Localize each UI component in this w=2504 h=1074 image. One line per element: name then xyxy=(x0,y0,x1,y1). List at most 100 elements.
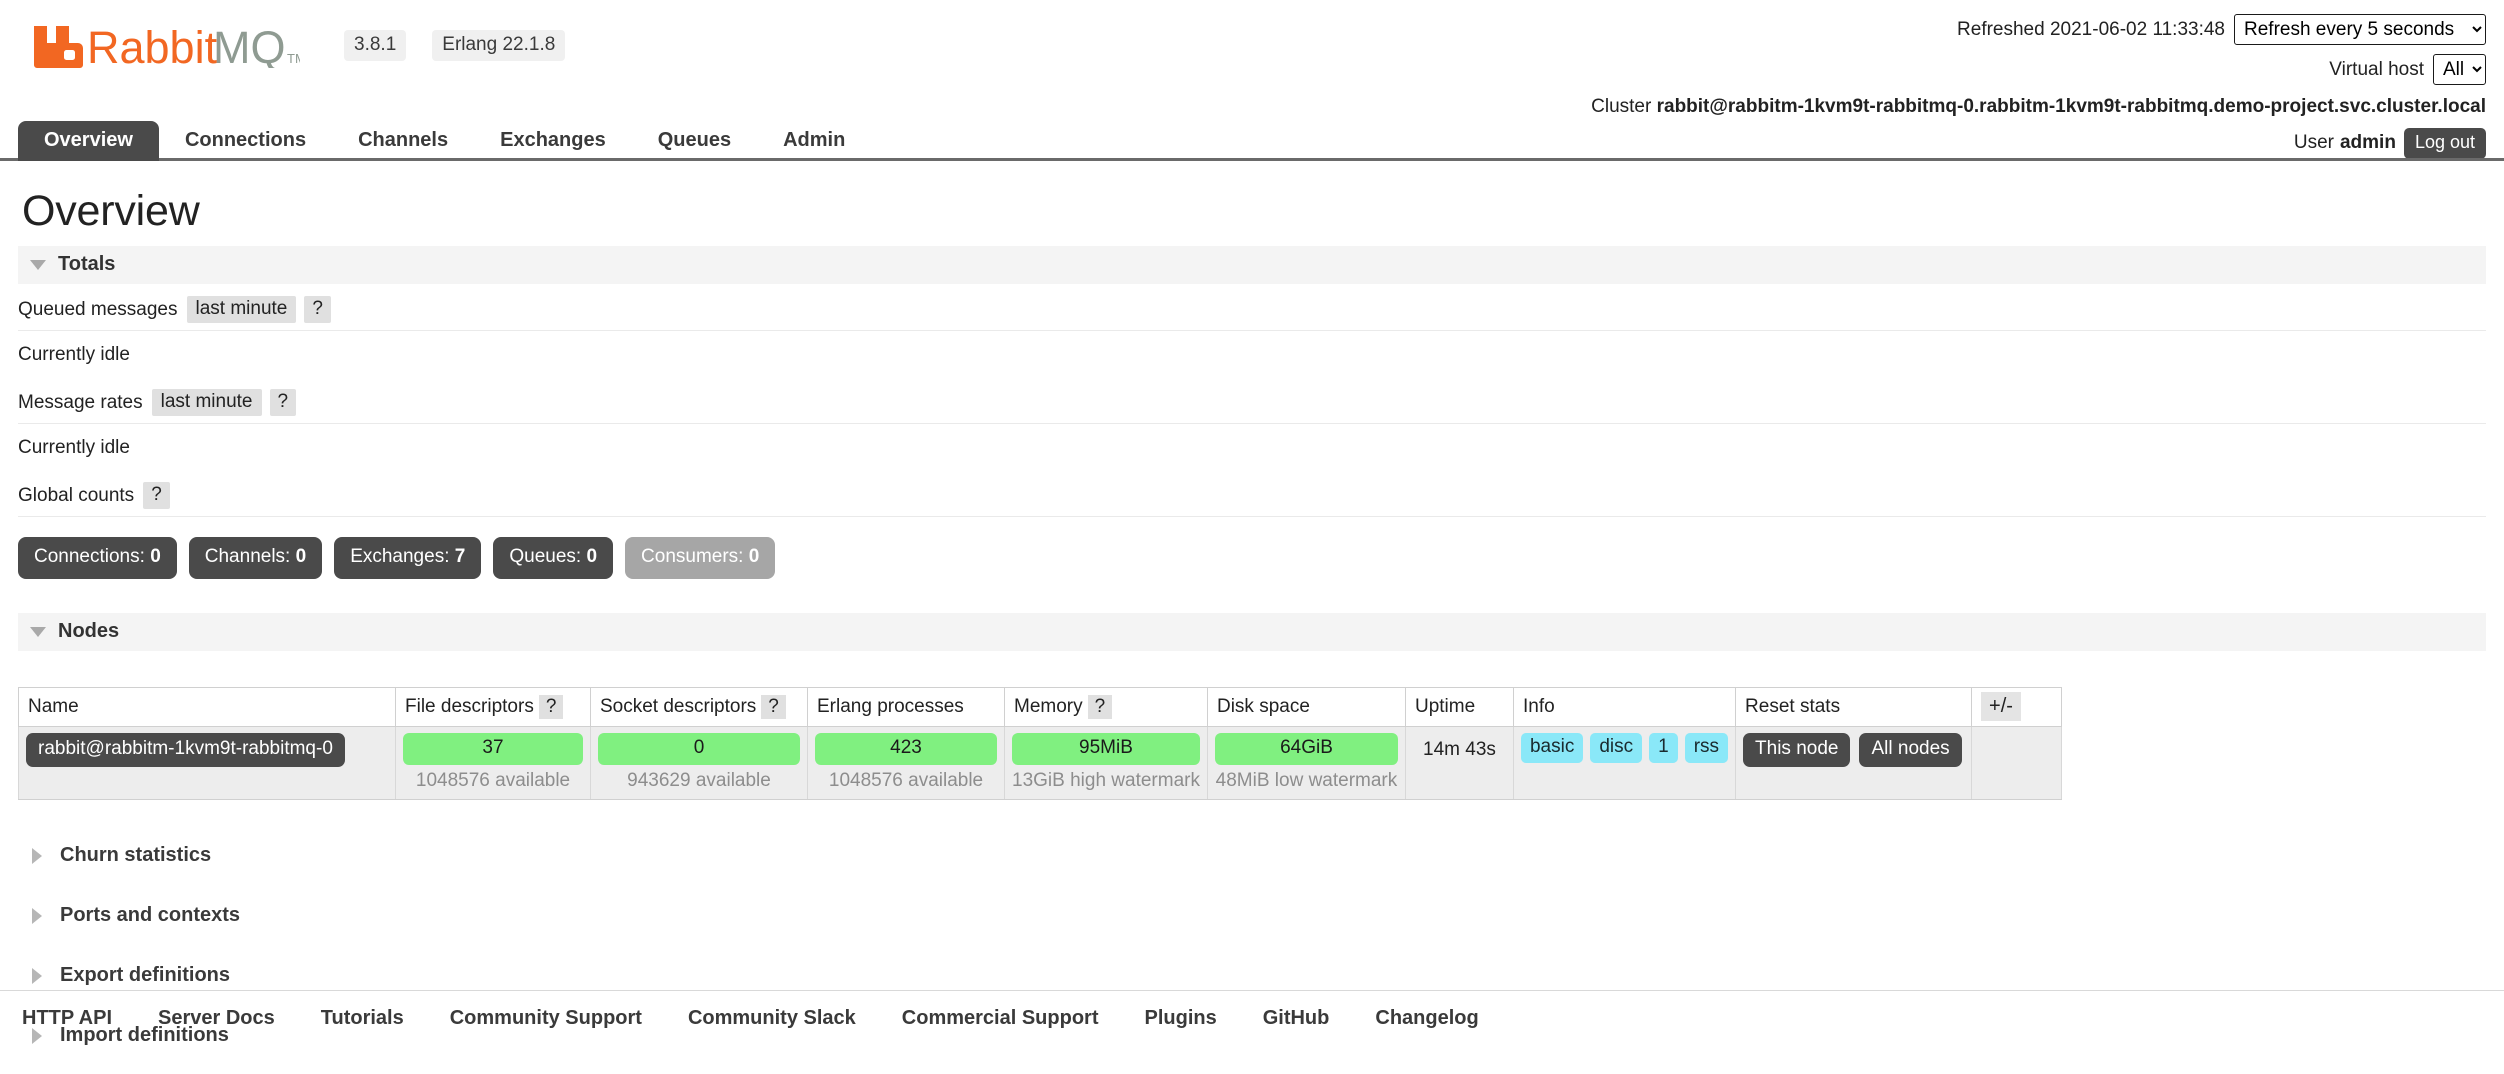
nodes-section-label: Nodes xyxy=(58,620,119,643)
footer-link-github[interactable]: GitHub xyxy=(1263,1007,1330,1030)
main-content: Overview Totals Queued messages last min… xyxy=(0,163,2504,1074)
rabbitmq-logo-icon[interactable]: Rabbit MQ TM xyxy=(32,22,300,68)
chevron-right-icon xyxy=(32,908,42,924)
message-rates-period-chip[interactable]: last minute xyxy=(152,389,262,416)
column-header-name[interactable]: Name xyxy=(19,688,396,727)
header-controls: Refreshed 2021-06-02 11:33:48 Refresh ev… xyxy=(1957,14,2486,94)
help-icon[interactable]: ? xyxy=(539,695,564,719)
count-badge-value: 0 xyxy=(150,546,161,567)
footer-link-community-support[interactable]: Community Support xyxy=(450,1007,642,1030)
svg-text:MQ: MQ xyxy=(213,22,286,68)
count-badge-value: 0 xyxy=(586,546,597,567)
nodes-table-header-row: NameFile descriptors?Socket descriptors?… xyxy=(19,688,2062,727)
column-header-info[interactable]: Info xyxy=(1513,688,1735,727)
page-header: Rabbit MQ TM 3.8.1 Erlang 22.1.8 Refresh… xyxy=(0,0,2504,112)
column-header-disk-space[interactable]: Disk space xyxy=(1207,688,1405,727)
reset-stats-all-nodes-button[interactable]: All nodes xyxy=(1859,733,1961,767)
info-badge-1[interactable]: 1 xyxy=(1649,733,1678,763)
erlang-processes-sub: 1048576 available xyxy=(815,765,997,792)
socket-descriptors-value: 0 xyxy=(598,733,800,765)
disk-space-cell: 64GiB 48MiB low watermark xyxy=(1207,727,1405,800)
footer-link-tutorials[interactable]: Tutorials xyxy=(321,1007,404,1030)
chevron-right-icon xyxy=(32,968,42,984)
disk-space-value: 64GiB xyxy=(1215,733,1398,765)
cluster-name: rabbit@rabbitm-1kvm9t-rabbitmq-0.rabbitm… xyxy=(1657,96,2486,117)
column-header-file-descriptors[interactable]: File descriptors? xyxy=(396,688,591,727)
tab-exchanges[interactable]: Exchanges xyxy=(474,121,632,161)
erlang-processes-value: 423 xyxy=(815,733,997,765)
info-badge-disc[interactable]: disc xyxy=(1590,733,1642,763)
column-header-label: Socket descriptors xyxy=(600,696,756,717)
global-counts-badges: Connections: 0 Channels: 0 Exchanges: 7 Que… xyxy=(18,537,2486,579)
memory-cell: 95MiB 13GiB high watermark xyxy=(1005,727,1208,800)
info-badge-rss[interactable]: rss xyxy=(1685,733,1728,763)
count-badge-label: Connections: xyxy=(34,546,150,567)
section-header-churn-statistics[interactable]: Churn statistics xyxy=(0,834,2504,877)
page-root: Rabbit MQ TM 3.8.1 Erlang 22.1.8 Refresh… xyxy=(0,0,2504,1052)
column-header-label: Info xyxy=(1523,696,1555,717)
column-header-socket-descriptors[interactable]: Socket descriptors? xyxy=(591,688,808,727)
socket-descriptors-sub: 943629 available xyxy=(598,765,800,792)
column-header-label: Name xyxy=(28,696,79,717)
help-icon[interactable]: ? xyxy=(761,695,786,719)
tab-connections[interactable]: Connections xyxy=(159,121,332,161)
global-counts-help-icon[interactable]: ? xyxy=(143,482,170,509)
chevron-right-icon xyxy=(32,848,42,864)
footer-link-community-slack[interactable]: Community Slack xyxy=(688,1007,856,1030)
totals-body: Queued messages last minute ? Currently … xyxy=(18,284,2486,517)
footer-link-server-docs[interactable]: Server Docs xyxy=(158,1007,275,1030)
queued-messages-idle-text: Currently idle xyxy=(18,331,2486,377)
count-badge-exchanges[interactable]: Exchanges: 7 xyxy=(334,537,481,579)
chevron-down-icon xyxy=(30,260,46,270)
chevron-down-icon xyxy=(30,627,46,637)
brand-block: Rabbit MQ TM 3.8.1 Erlang 22.1.8 xyxy=(32,22,565,68)
footer-link-http-api[interactable]: HTTP API xyxy=(22,1007,112,1030)
count-badge-queues[interactable]: Queues: 0 xyxy=(493,537,613,579)
footer-link-changelog[interactable]: Changelog xyxy=(1375,1007,1478,1030)
totals-section-header[interactable]: Totals xyxy=(18,246,2486,284)
queued-messages-label: Queued messages xyxy=(18,299,178,321)
section-label: Export definitions xyxy=(60,964,230,987)
disk-space-sub: 48MiB low watermark xyxy=(1215,765,1398,792)
uptime-value: 14m 43s xyxy=(1413,733,1506,761)
svg-text:TM: TM xyxy=(287,51,300,66)
node-name-badge[interactable]: rabbit@rabbitm-1kvm9t-rabbitmq-0 xyxy=(26,733,345,767)
version-badge: 3.8.1 xyxy=(344,30,406,61)
footer-link-plugins[interactable]: Plugins xyxy=(1144,1007,1216,1030)
help-icon[interactable]: ? xyxy=(1088,695,1113,719)
svg-text:Rabbit: Rabbit xyxy=(87,22,218,68)
nodes-table-wrapper: NameFile descriptors?Socket descriptors?… xyxy=(18,687,2486,800)
column-header-memory[interactable]: Memory? xyxy=(1005,688,1208,727)
count-badge-label: Channels: xyxy=(205,546,296,567)
column-header-label: Reset stats xyxy=(1745,696,1840,717)
tab-channels[interactable]: Channels xyxy=(332,121,474,161)
memory-value: 95MiB xyxy=(1012,733,1200,765)
tab-queues[interactable]: Queues xyxy=(632,121,757,161)
vhost-select[interactable]: All/ xyxy=(2433,54,2486,85)
column-header-reset-stats[interactable]: Reset stats xyxy=(1736,688,1972,727)
tab-overview[interactable]: Overview xyxy=(18,121,159,161)
message-rates-help-icon[interactable]: ? xyxy=(270,389,297,416)
count-badge-connections[interactable]: Connections: 0 xyxy=(18,537,177,579)
column-header-uptime[interactable]: Uptime xyxy=(1405,688,1513,727)
column-toggle-button[interactable]: +/- xyxy=(1981,692,2021,721)
nodes-section-header[interactable]: Nodes xyxy=(18,613,2486,651)
refresh-interval-select[interactable]: Refresh every 5 secondsRefresh every 10 … xyxy=(2234,14,2486,45)
queued-messages-period-chip[interactable]: last minute xyxy=(187,296,297,323)
column-header-erlang-processes[interactable]: Erlang processes xyxy=(808,688,1005,727)
vhost-row: Virtual host All/ xyxy=(1957,54,2486,85)
footer-link-commercial-support[interactable]: Commercial Support xyxy=(902,1007,1099,1030)
table-row: rabbit@rabbitm-1kvm9t-rabbitmq-0 37 1048… xyxy=(19,727,2062,800)
count-badge-channels[interactable]: Channels: 0 xyxy=(189,537,322,579)
reset-stats-buttons: This node All nodes xyxy=(1743,733,1964,767)
message-rates-idle-text: Currently idle xyxy=(18,424,2486,470)
count-badge-value: 7 xyxy=(455,546,466,567)
column-header-label: Uptime xyxy=(1415,696,1475,717)
reset-stats-this-node-button[interactable]: This node xyxy=(1743,733,1850,767)
cluster-label: Cluster xyxy=(1591,96,1651,117)
info-badge-basic[interactable]: basic xyxy=(1521,733,1583,763)
queued-messages-help-icon[interactable]: ? xyxy=(304,296,331,323)
tab-admin[interactable]: Admin xyxy=(757,121,871,161)
column-header-label: Disk space xyxy=(1217,696,1310,717)
section-header-ports-and-contexts[interactable]: Ports and contexts xyxy=(0,894,2504,937)
